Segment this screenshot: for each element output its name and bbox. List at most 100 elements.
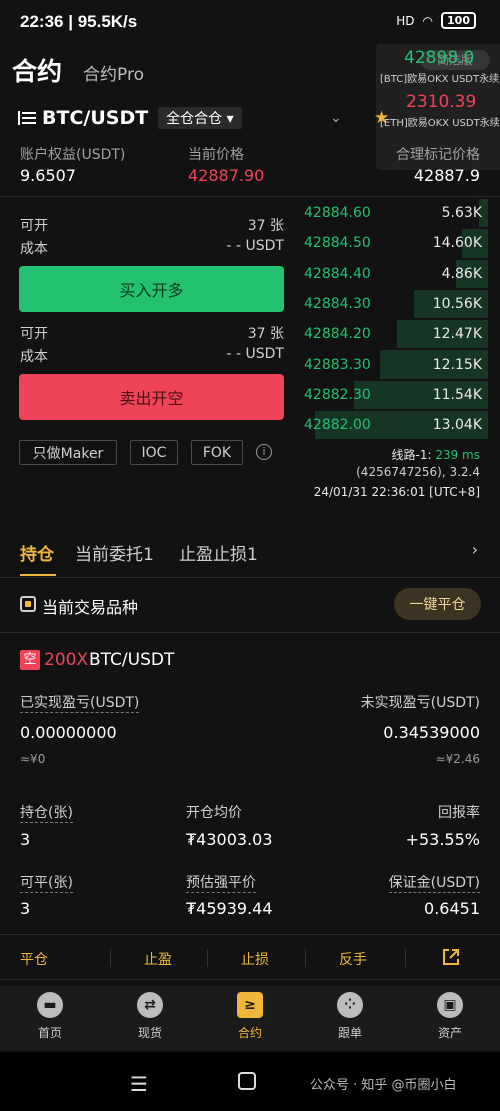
unrealized-pnl-value: 0.34539000 bbox=[383, 723, 480, 742]
nav-contract[interactable]: ≥ 合约 bbox=[220, 992, 280, 1041]
ioc-option[interactable]: IOC bbox=[130, 440, 178, 465]
position-tabs: 持仓 当前委托1 止盈止损1 › bbox=[0, 534, 500, 578]
route-latency[interactable]: 线路-1: 239 ms bbox=[392, 446, 481, 463]
order-book-row[interactable]: 42884.60 5.63K bbox=[302, 198, 488, 228]
realized-pnl-label[interactable]: 已实现盈亏(USDT) bbox=[20, 692, 140, 713]
tab-open-orders[interactable]: 当前委托1 bbox=[75, 540, 154, 565]
book-price: 42884.40 bbox=[304, 265, 371, 282]
order-book-row[interactable]: 42883.30 12.15K bbox=[302, 349, 488, 379]
reverse-button[interactable]: 反手 bbox=[339, 949, 367, 969]
share-icon[interactable] bbox=[441, 947, 461, 967]
info-icon[interactable]: i bbox=[256, 444, 272, 460]
stop-loss-button[interactable]: 止损 bbox=[241, 949, 269, 969]
take-profit-button[interactable]: 止盈 bbox=[144, 949, 172, 969]
current-symbol-label: 当前交易品种 bbox=[42, 598, 139, 617]
position-leverage: 200X bbox=[44, 650, 89, 670]
order-book-row[interactable]: 42884.50 14.60K bbox=[302, 228, 488, 258]
position-side-badge: 空 bbox=[20, 650, 40, 670]
order-book-row[interactable]: 42884.30 10.56K bbox=[302, 289, 488, 319]
holding-label[interactable]: 持仓(张) bbox=[20, 802, 73, 823]
nav-spot[interactable]: ⇄ 现货 bbox=[120, 992, 180, 1041]
unrealized-pnl-label: 未实现盈亏(USDT) bbox=[360, 695, 480, 711]
wallet-icon: ▣ bbox=[437, 992, 463, 1018]
close-all-button[interactable]: 一键平仓 bbox=[394, 588, 481, 620]
short-cost-row: 成本 - - USDT bbox=[20, 346, 284, 365]
eth-ticker-price: 2310.39 bbox=[406, 92, 477, 112]
maker-only-option[interactable]: 只做Maker bbox=[19, 440, 117, 465]
home-button-icon[interactable] bbox=[238, 1072, 256, 1090]
short-open-row: 可开 37 张 bbox=[20, 326, 284, 342]
battery-icon: 100 bbox=[441, 12, 476, 29]
margin-label[interactable]: 保证金(USDT) bbox=[388, 872, 480, 893]
page-title: 合约 bbox=[12, 57, 63, 86]
active-tab-indicator bbox=[20, 574, 56, 576]
mark-price-label: 合理标记价格 bbox=[396, 147, 480, 163]
close-position-button[interactable]: 平仓 bbox=[20, 949, 48, 969]
pair-selector[interactable]: BTC/USDT 全仓合仓 ▾ bbox=[18, 104, 242, 132]
book-price: 42884.50 bbox=[304, 235, 371, 252]
book-quantity: 5.63K bbox=[441, 205, 482, 222]
divider bbox=[405, 949, 406, 967]
contract-pro-link[interactable]: 合约Pro bbox=[83, 60, 144, 85]
order-book-row[interactable]: 42884.20 12.47K bbox=[302, 319, 488, 349]
book-price: 42884.60 bbox=[304, 205, 371, 222]
divider bbox=[0, 196, 500, 197]
roe-label: 回报率 bbox=[438, 805, 480, 821]
buy-long-button[interactable]: 买入开多 bbox=[19, 266, 284, 312]
status-icons: HD ◠ 100 bbox=[396, 12, 476, 29]
star-icon[interactable]: ★ bbox=[374, 108, 389, 128]
book-quantity: 4.86K bbox=[441, 265, 482, 282]
book-quantity: 11.54K bbox=[432, 386, 482, 403]
server-timestamp: 24/01/31 22:36:01 [UTC+8] bbox=[313, 485, 480, 499]
book-quantity: 13.04K bbox=[432, 417, 482, 434]
copy-trade-icon: ⁘ bbox=[337, 992, 363, 1018]
contract-icon: ≥ bbox=[237, 992, 263, 1018]
chevron-right-icon[interactable]: › bbox=[472, 540, 478, 559]
liq-price-label[interactable]: 预估强平价 bbox=[186, 872, 256, 893]
order-book-row[interactable]: 42882.00 13.04K bbox=[302, 410, 488, 440]
tab-tp-sl[interactable]: 止盈止损1 bbox=[179, 540, 258, 565]
avg-open-price-value: ₮43003.03 bbox=[186, 830, 273, 849]
realized-pnl-cny: ≈¥0 bbox=[20, 752, 46, 766]
sell-short-button[interactable]: 卖出开空 bbox=[19, 374, 284, 420]
current-price-value: 42887.90 bbox=[188, 166, 265, 185]
eth-ticker-label: [ETH]欧易OKX USDT永续 bbox=[380, 118, 500, 129]
watermark: 公众号 · 知乎 @币圈小白 bbox=[310, 1078, 457, 1093]
position-pair: BTC/USDT bbox=[89, 650, 175, 670]
closable-label[interactable]: 可平(张) bbox=[20, 872, 73, 893]
signal-icon: HD bbox=[396, 13, 415, 28]
divider bbox=[110, 949, 111, 967]
position-actions: 平仓 止盈 止损 反手 bbox=[0, 934, 500, 980]
avg-open-price-label: 开仓均价 bbox=[186, 805, 242, 821]
long-open-row: 可开 37 张 bbox=[20, 218, 284, 234]
holding-value: 3 bbox=[20, 830, 31, 849]
book-price: 42884.20 bbox=[304, 326, 371, 343]
wifi-icon: ◠ bbox=[422, 13, 434, 28]
book-quantity: 12.47K bbox=[432, 326, 482, 343]
liq-price-value: ₮45939.44 bbox=[186, 899, 273, 918]
nav-copy-trade[interactable]: ⁘ 跟单 bbox=[320, 992, 380, 1041]
bottom-nav: ▬ 首页 ⇄ 现货 ≥ 合约 ⁘ 跟单 ▣ 资产 bbox=[0, 986, 500, 1050]
order-book-row[interactable]: 42882.30 11.54K bbox=[302, 380, 488, 410]
order-book-row[interactable]: 42884.40 4.86K bbox=[302, 259, 488, 289]
closable-value: 3 bbox=[20, 899, 31, 918]
realized-pnl-value: 0.00000000 bbox=[20, 723, 117, 742]
divider bbox=[0, 632, 500, 633]
long-cost-row: 成本 - - USDT bbox=[20, 238, 284, 257]
equity-label: 账户权益(USDT) bbox=[20, 147, 126, 163]
status-time: 22:36 | 95.5K/s bbox=[20, 12, 138, 31]
margin-mode-select[interactable]: 全仓合仓 ▾ bbox=[158, 107, 242, 129]
margin-value: 0.6451 bbox=[424, 899, 480, 918]
current-symbol-checkbox[interactable] bbox=[20, 596, 36, 612]
book-price: 42884.30 bbox=[304, 296, 371, 313]
spot-icon: ⇄ bbox=[137, 992, 163, 1018]
order-book: 42884.60 5.63K 42884.50 14.60K 42884.40 4.86K… bbox=[302, 198, 488, 440]
nav-home[interactable]: ▬ 首页 bbox=[20, 992, 80, 1041]
chevron-down-icon[interactable]: ⌄ bbox=[330, 110, 342, 126]
menu-icon[interactable]: ☰ bbox=[130, 1072, 148, 1096]
divider bbox=[207, 949, 208, 967]
fok-option[interactable]: FOK bbox=[191, 440, 243, 465]
tab-positions[interactable]: 持仓 bbox=[20, 540, 54, 565]
nav-assets[interactable]: ▣ 资产 bbox=[420, 992, 480, 1041]
roe-value: +53.55% bbox=[405, 830, 480, 849]
